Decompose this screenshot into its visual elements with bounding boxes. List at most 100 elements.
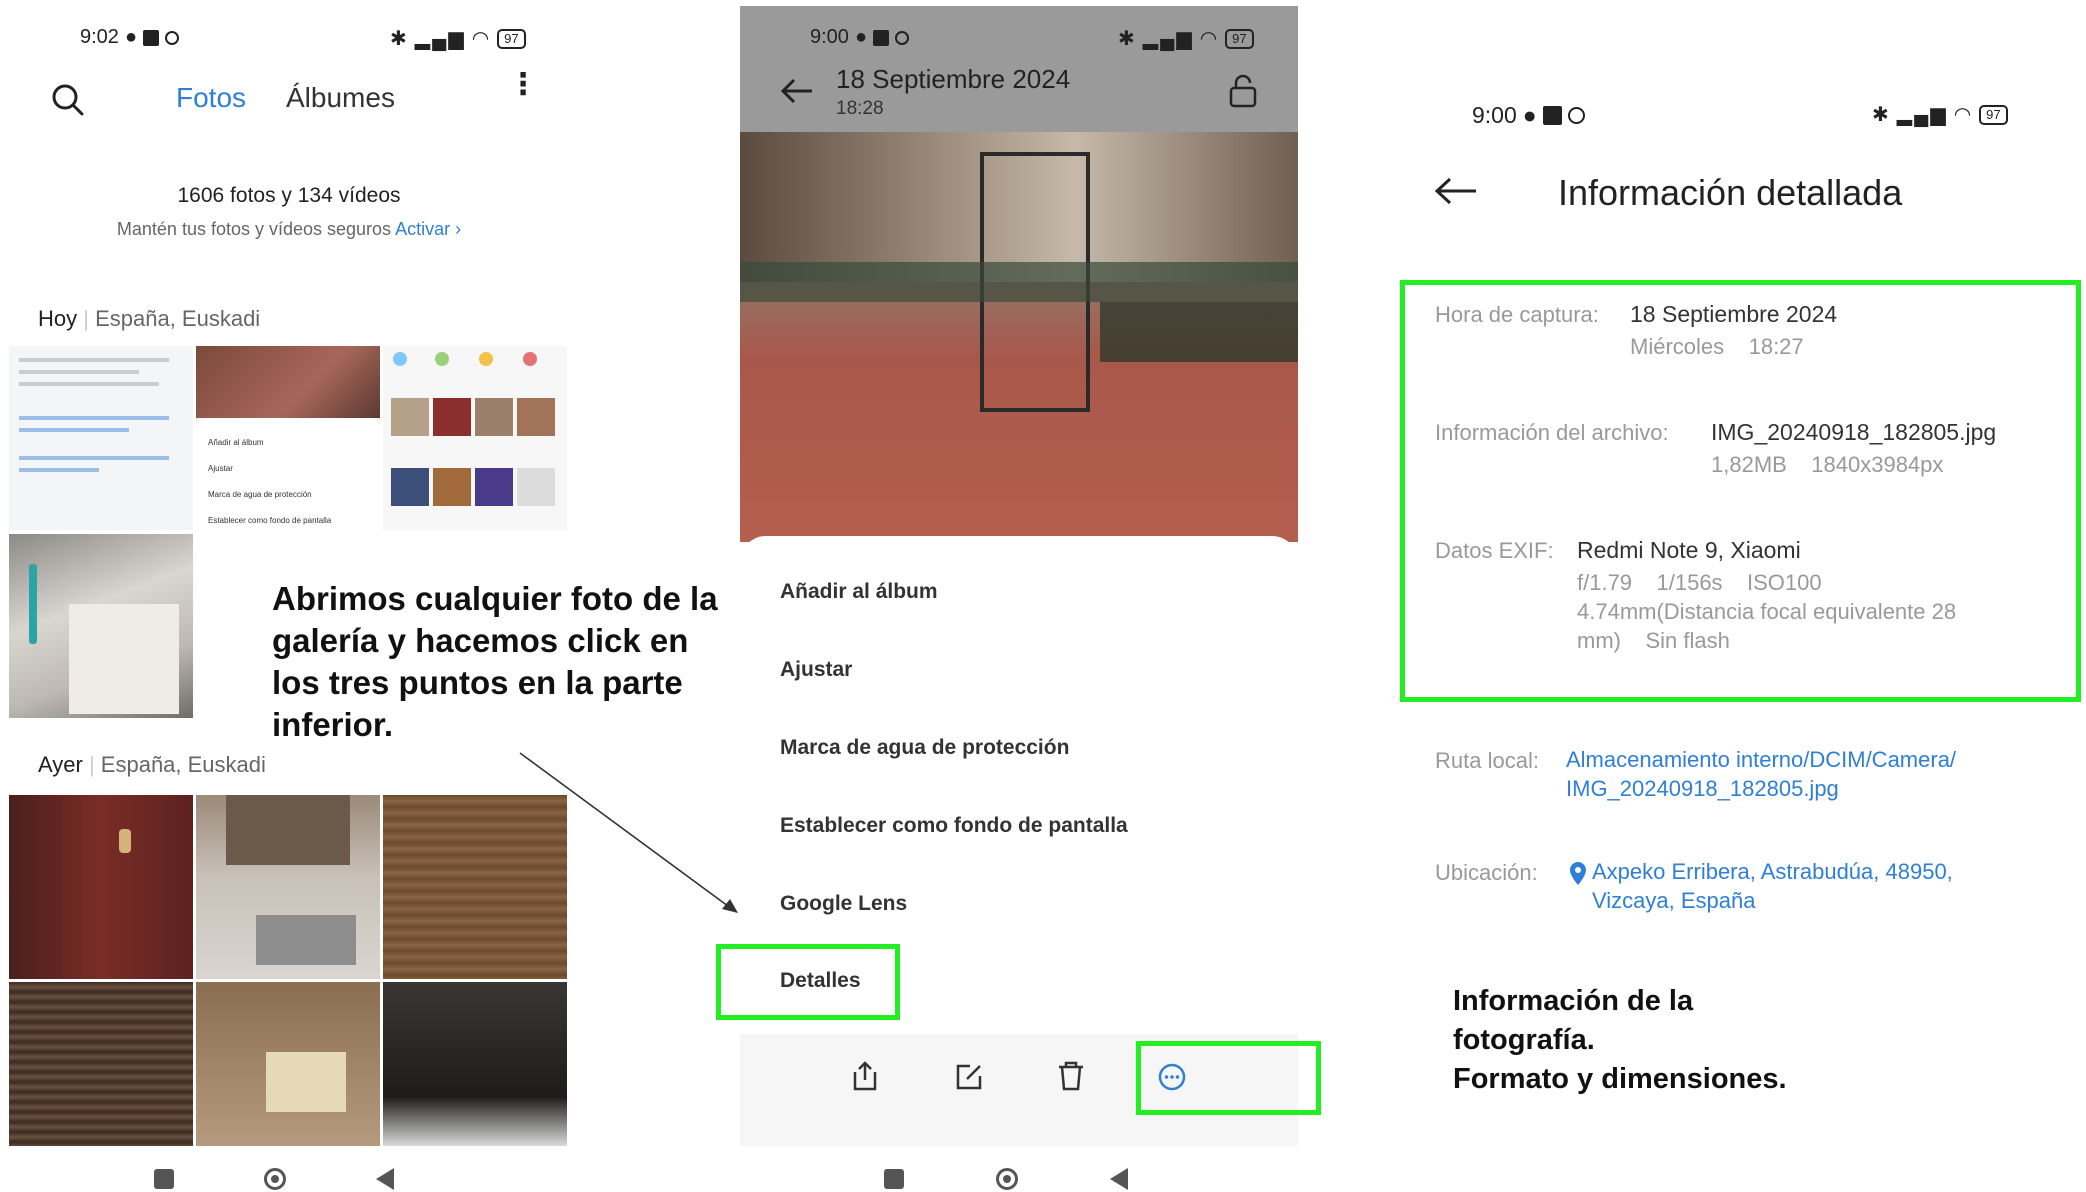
annotation-right: Información de la fotografía. Formato y … xyxy=(1453,982,1787,1099)
photo-view[interactable] xyxy=(740,132,1298,542)
photo-thumb-screenshot-1[interactable] xyxy=(9,346,193,530)
location-line1[interactable]: Axpeko Erribera, Astrabudúa, 48950, xyxy=(1592,859,1953,885)
annotation-left-line: galería y hacemos click en xyxy=(272,622,689,659)
section-today-label: Hoy xyxy=(38,306,78,331)
status-time: 9:00 xyxy=(810,26,849,48)
local-path-label: Ruta local: xyxy=(1435,748,1539,773)
chat-icon: ● xyxy=(124,26,138,48)
photo-thumb-screenshot-3[interactable] xyxy=(383,346,567,530)
exif-focal-flash: mm) Sin flash xyxy=(1577,628,1730,654)
edit-icon[interactable] xyxy=(954,1062,984,1092)
status-bar-1: 9:02 ● xyxy=(80,26,180,49)
thumb-menu-item: Añadir al álbum xyxy=(208,438,264,447)
file-dimensions: 1840x3984px xyxy=(1811,452,1944,477)
status-icons-1: ✱ ▂▄▆ ◠ 97 xyxy=(390,26,526,51)
tab-fotos[interactable]: Fotos xyxy=(176,82,246,114)
photo-thumb-door[interactable] xyxy=(9,795,193,979)
pinterest-icon xyxy=(1567,107,1585,124)
photo-thumb-tv[interactable] xyxy=(383,982,567,1146)
back-arrow-icon[interactable] xyxy=(780,78,814,104)
capture-time-label: Hora de captura: xyxy=(1435,302,1599,327)
page-title: Información detallada xyxy=(1558,172,1903,213)
nav-bar-1 xyxy=(154,1168,394,1190)
back-icon[interactable] xyxy=(1110,1168,1128,1190)
annotation-right-line: fotografía. xyxy=(1453,1024,1595,1056)
menu-item-watermark[interactable]: Marca de agua de protección xyxy=(780,736,1069,760)
signal-icon: ▂▄▆ xyxy=(1142,28,1194,50)
menu-item-wallpaper[interactable]: Establecer como fondo de pantalla xyxy=(780,814,1128,838)
search-icon[interactable] xyxy=(50,82,86,118)
annotation-left-line: Abrimos cualquier foto de la xyxy=(272,580,718,617)
file-meta: 1,82MB 1840x3984px xyxy=(1711,452,1943,478)
delete-icon[interactable] xyxy=(1056,1060,1086,1092)
recents-icon[interactable] xyxy=(884,1169,904,1189)
status-bar-3: 9:00 ● xyxy=(1472,102,1585,129)
activate-link[interactable]: Activar › xyxy=(395,219,461,239)
location-line2[interactable]: Vizcaya, España xyxy=(1592,888,1755,914)
pinterest-icon xyxy=(895,30,910,45)
wifi-icon: ◠ xyxy=(471,28,492,50)
annotation-right-line: Formato y dimensiones. xyxy=(1453,1063,1787,1095)
status-icons-2: ✱ ▂▄▆ ◠ 97 xyxy=(1118,26,1254,51)
chat-icon: ● xyxy=(1522,102,1537,128)
battery-icon: 97 xyxy=(1979,104,2008,125)
menu-item-google-lens[interactable]: Google Lens xyxy=(780,892,907,916)
annotation-left-line: inferior. xyxy=(272,706,394,743)
exif-focal-end: mm) xyxy=(1577,628,1621,653)
pinterest-icon xyxy=(165,30,180,45)
status-time: 9:00 xyxy=(1472,102,1517,128)
battery-icon: 97 xyxy=(497,28,526,49)
file-info-label: Información del archivo: xyxy=(1435,420,1669,445)
chat-icon: ● xyxy=(854,26,868,48)
signal-icon: ▂▄▆ xyxy=(1896,104,1948,126)
secure-text: Mantén tus fotos y vídeos seguros xyxy=(116,219,392,239)
location-label: Ubicación: xyxy=(1435,860,1538,885)
photo-thumb-room[interactable] xyxy=(196,982,380,1146)
highlight-details xyxy=(716,944,900,1020)
highlight-more-options xyxy=(1136,1041,1321,1115)
tab-albumes[interactable]: Álbumes xyxy=(286,82,395,114)
recents-icon[interactable] xyxy=(154,1169,174,1189)
thumb-menu-item: Establecer como fondo de pantalla xyxy=(208,516,332,525)
thumb-menu-item: Ajustar xyxy=(208,464,233,473)
location-pin-icon xyxy=(1570,862,1586,885)
exif-iso: ISO100 xyxy=(1747,570,1822,595)
file-size: 1,82MB xyxy=(1711,452,1787,477)
status-time: 9:02 xyxy=(80,26,119,48)
wifi-icon: ◠ xyxy=(1953,104,1974,126)
lock-icon[interactable] xyxy=(1228,74,1258,108)
photo-date: 18 Septiembre 2024 xyxy=(836,64,1071,94)
photo-count: 1606 fotos y 134 vídeos xyxy=(177,184,401,207)
back-icon[interactable] xyxy=(376,1168,394,1190)
bluetooth-icon: ✱ xyxy=(1118,28,1137,50)
home-icon[interactable] xyxy=(264,1168,286,1190)
signal-icon: ▂▄▆ xyxy=(414,28,466,50)
local-path-line1[interactable]: Almacenamiento interno/DCIM/Camera/ xyxy=(1566,747,1956,773)
capture-time: 18:27 xyxy=(1748,334,1804,359)
battery-icon: 97 xyxy=(1225,28,1254,49)
bluetooth-icon: ✱ xyxy=(1872,104,1891,126)
home-icon[interactable] xyxy=(996,1168,1018,1190)
menu-item-adjust[interactable]: Ajustar xyxy=(780,658,852,682)
exif-focal: 4.74mm(Distancia focal equivalente 28 xyxy=(1577,599,1957,624)
notification-icon xyxy=(873,29,890,46)
exif-aperture: f/1.79 xyxy=(1577,570,1633,595)
menu-item-add-album[interactable]: Añadir al álbum xyxy=(780,580,938,604)
share-icon[interactable] xyxy=(850,1060,880,1092)
more-options-icon[interactable]: ⋮ xyxy=(508,70,538,100)
file-name: IMG_20240918_182805.jpg xyxy=(1711,419,1997,445)
photo-thumb-screenshot-2[interactable]: Añadir al álbum Ajustar Marca de agua de… xyxy=(196,346,380,530)
section-yesterday-label: Ayer xyxy=(38,752,83,777)
back-arrow-icon[interactable] xyxy=(1434,176,1478,206)
annotation-arrow xyxy=(519,752,738,913)
status-icons-3: ✱ ▂▄▆ ◠ 97 xyxy=(1872,102,2008,127)
photo-time: 18:28 xyxy=(836,98,884,119)
local-path-line2[interactable]: IMG_20240918_182805.jpg xyxy=(1566,776,1839,802)
thumb-menu-item: Marca de agua de protección xyxy=(208,490,312,499)
annotation-left: Abrimos cualquier foto de la galería y h… xyxy=(272,578,718,746)
photo-thumb-bathroom[interactable] xyxy=(9,534,193,718)
annotation-right-line: Información de la xyxy=(1453,985,1694,1017)
activate-label: Activar xyxy=(395,219,451,239)
photo-thumb-kitchen[interactable] xyxy=(196,795,380,979)
photo-thumb-shutter[interactable] xyxy=(9,982,193,1146)
